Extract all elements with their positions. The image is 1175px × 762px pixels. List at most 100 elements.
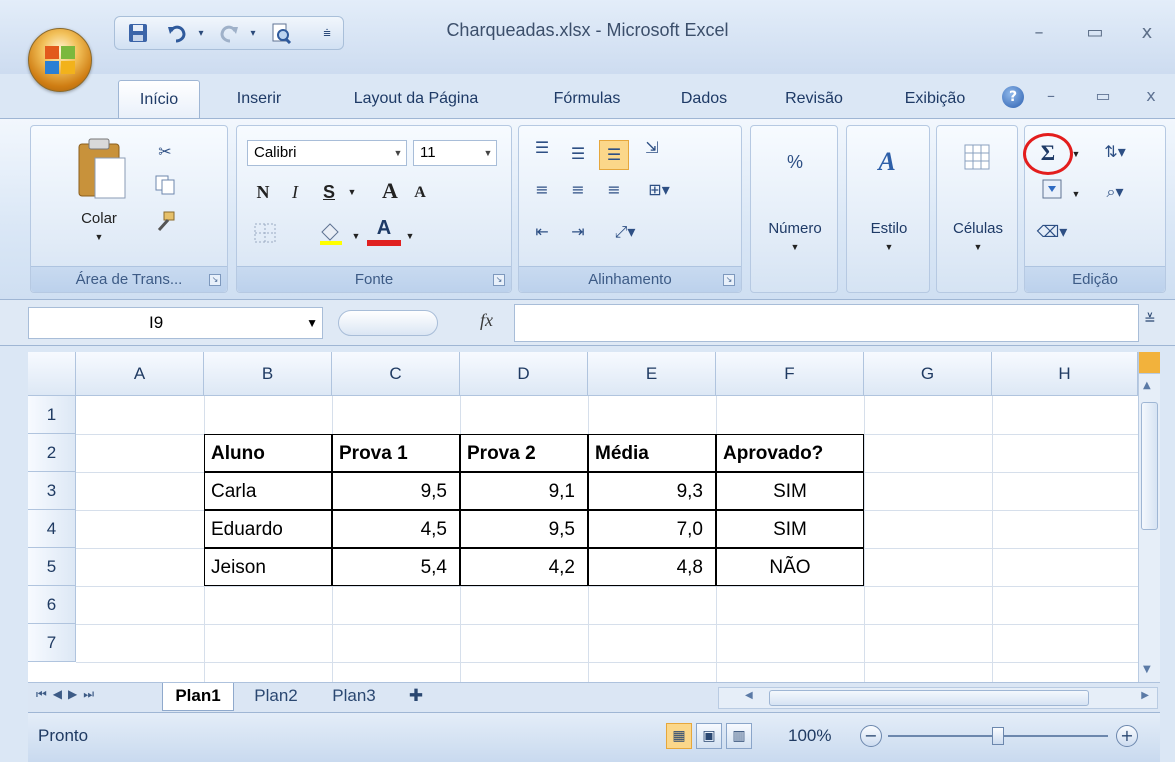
decrease-indent-icon[interactable]: ⇤ (527, 218, 557, 248)
table-cell[interactable]: 9,1 (460, 472, 588, 510)
paste-icon[interactable] (73, 136, 129, 208)
align-top-icon[interactable]: ☰ (527, 134, 557, 164)
name-box[interactable]: I9 ▼ (28, 307, 323, 339)
header-cell-aprovado[interactable]: Aprovado? (716, 434, 864, 472)
cut-icon[interactable]: ✂ (151, 138, 179, 166)
column-header-d[interactable]: D (460, 352, 588, 396)
clear-icon[interactable]: ⌫▾ (1029, 218, 1075, 248)
tab-layout-da-pagina[interactable]: Layout da Página (322, 80, 510, 118)
zoom-level[interactable]: 100% (788, 726, 831, 746)
sheet-nav-icons[interactable]: ⏮◀▶⏭ (36, 687, 100, 702)
column-header-c[interactable]: C (332, 352, 460, 396)
minimize-button[interactable]: – (1024, 22, 1054, 44)
table-cell[interactable]: NÃO (716, 548, 864, 586)
row-header-7[interactable]: 7 (28, 624, 76, 662)
expand-formula-bar-icon[interactable]: ≚ (1144, 312, 1156, 328)
zoom-in-icon[interactable]: + (1116, 725, 1138, 747)
row-header-4[interactable]: 4 (28, 510, 76, 548)
column-header-b[interactable]: B (204, 352, 332, 396)
column-header-e[interactable]: E (588, 352, 716, 396)
header-cell-aluno[interactable]: Aluno (204, 434, 332, 472)
page-break-view-icon[interactable]: ▥ (726, 723, 752, 749)
close-button[interactable]: x (1132, 22, 1162, 44)
cells-group[interactable]: Células ▼ (936, 125, 1018, 293)
align-center-icon[interactable]: ≡ (563, 176, 593, 206)
worksheet-grid[interactable]: A B C D E F G H 1 2 3 4 5 6 7 Aluno Prov… (28, 352, 1138, 682)
underline-button[interactable]: S (315, 178, 343, 206)
doc-minimize-button[interactable]: – (1038, 86, 1064, 106)
increase-indent-icon[interactable]: ⇥ (563, 218, 593, 248)
paste-label[interactable]: Colar (69, 210, 129, 227)
header-cell-media[interactable]: Média (588, 434, 716, 472)
table-cell[interactable]: Eduardo (204, 510, 332, 548)
tab-inserir[interactable]: Inserir (218, 80, 300, 118)
scroll-down-icon[interactable]: ▼ (1143, 664, 1151, 675)
scroll-right-icon[interactable]: ▶ (1141, 690, 1149, 701)
insert-function-icon[interactable]: fx (480, 310, 493, 331)
font-color-button[interactable]: A (367, 216, 401, 250)
vertical-scrollbar[interactable]: ▲ ▼ (1138, 352, 1160, 682)
column-header-h[interactable]: H (992, 352, 1138, 396)
scroll-up-icon[interactable]: ▲ (1143, 380, 1151, 391)
italic-button[interactable]: I (281, 178, 309, 206)
copy-icon[interactable] (151, 174, 179, 202)
font-family-select[interactable]: Calibri ▼ (247, 140, 407, 166)
number-group[interactable]: % Número ▼ (750, 125, 838, 293)
fill-color-icon[interactable] (313, 220, 349, 248)
table-cell[interactable]: 4,2 (460, 548, 588, 586)
merge-center-icon[interactable]: ⊞▾ (637, 176, 681, 206)
sheet-tab-plan1[interactable]: Plan1 (162, 683, 234, 711)
grow-font-button[interactable]: A (375, 176, 405, 206)
row-header-5[interactable]: 5 (28, 548, 76, 586)
paste-dropdown-icon[interactable]: ▼ (89, 232, 109, 242)
wrap-text-icon[interactable]: ⇲ (637, 134, 667, 164)
scroll-left-icon[interactable]: ◀ (745, 690, 753, 701)
insert-sheet-icon[interactable]: ✚ (396, 683, 436, 711)
sheet-tab-plan3[interactable]: Plan3 (318, 683, 390, 711)
fill-color-dropdown-icon[interactable]: ▼ (349, 222, 363, 250)
table-cell[interactable]: 4,5 (332, 510, 460, 548)
header-cell-prova1[interactable]: Prova 1 (332, 434, 460, 472)
vertical-scroll-thumb[interactable] (1141, 402, 1158, 530)
select-all-corner[interactable] (28, 352, 76, 396)
horizontal-scroll-thumb[interactable] (769, 690, 1089, 706)
styles-group[interactable]: A Estilo ▼ (846, 125, 930, 293)
alignment-launcher-icon[interactable]: ↘ (723, 274, 735, 286)
maximize-button[interactable]: ▭ (1080, 22, 1110, 44)
align-bottom-icon[interactable]: ☰ (599, 140, 629, 170)
table-cell[interactable]: 4,8 (588, 548, 716, 586)
font-color-dropdown-icon[interactable]: ▼ (403, 222, 417, 250)
formula-input[interactable] (514, 304, 1139, 342)
table-cell[interactable]: Jeison (204, 548, 332, 586)
format-painter-icon[interactable] (151, 210, 179, 238)
column-header-f[interactable]: F (716, 352, 864, 396)
shrink-font-button[interactable]: A (407, 180, 433, 206)
doc-restore-button[interactable]: ▭ (1090, 86, 1116, 106)
table-cell[interactable]: 9,5 (332, 472, 460, 510)
table-cell[interactable]: 5,4 (332, 548, 460, 586)
align-left-icon[interactable]: ≡ (527, 176, 557, 206)
sheet-tab-plan2[interactable]: Plan2 (240, 683, 312, 711)
tab-inicio[interactable]: Início (118, 80, 200, 118)
table-cell[interactable]: 9,3 (588, 472, 716, 510)
find-select-icon[interactable]: ⌕▾ (1091, 178, 1139, 208)
doc-close-button[interactable]: x (1138, 86, 1164, 106)
row-header-2[interactable]: 2 (28, 434, 76, 472)
table-cell[interactable]: 7,0 (588, 510, 716, 548)
zoom-slider[interactable] (888, 727, 1108, 745)
font-size-select[interactable]: 11 ▼ (413, 140, 497, 166)
sort-filter-icon[interactable]: ⇅▾ (1091, 138, 1139, 168)
zoom-out-icon[interactable]: − (860, 725, 882, 747)
page-layout-view-icon[interactable]: ▣ (696, 723, 722, 749)
column-header-g[interactable]: G (864, 352, 992, 396)
row-header-1[interactable]: 1 (28, 396, 76, 434)
tab-formulas[interactable]: Fórmulas (528, 80, 646, 118)
tab-dados[interactable]: Dados (664, 80, 744, 118)
table-cell[interactable]: SIM (716, 510, 864, 548)
orientation-icon[interactable]: ⤢▾ (603, 218, 647, 248)
align-middle-icon[interactable]: ☰ (563, 140, 593, 170)
fill-dropdown-icon[interactable]: ▼ (1069, 180, 1083, 208)
clipboard-launcher-icon[interactable]: ↘ (209, 274, 221, 286)
zoom-slider-thumb[interactable] (992, 727, 1004, 745)
align-right-icon[interactable]: ≡ (599, 176, 629, 206)
